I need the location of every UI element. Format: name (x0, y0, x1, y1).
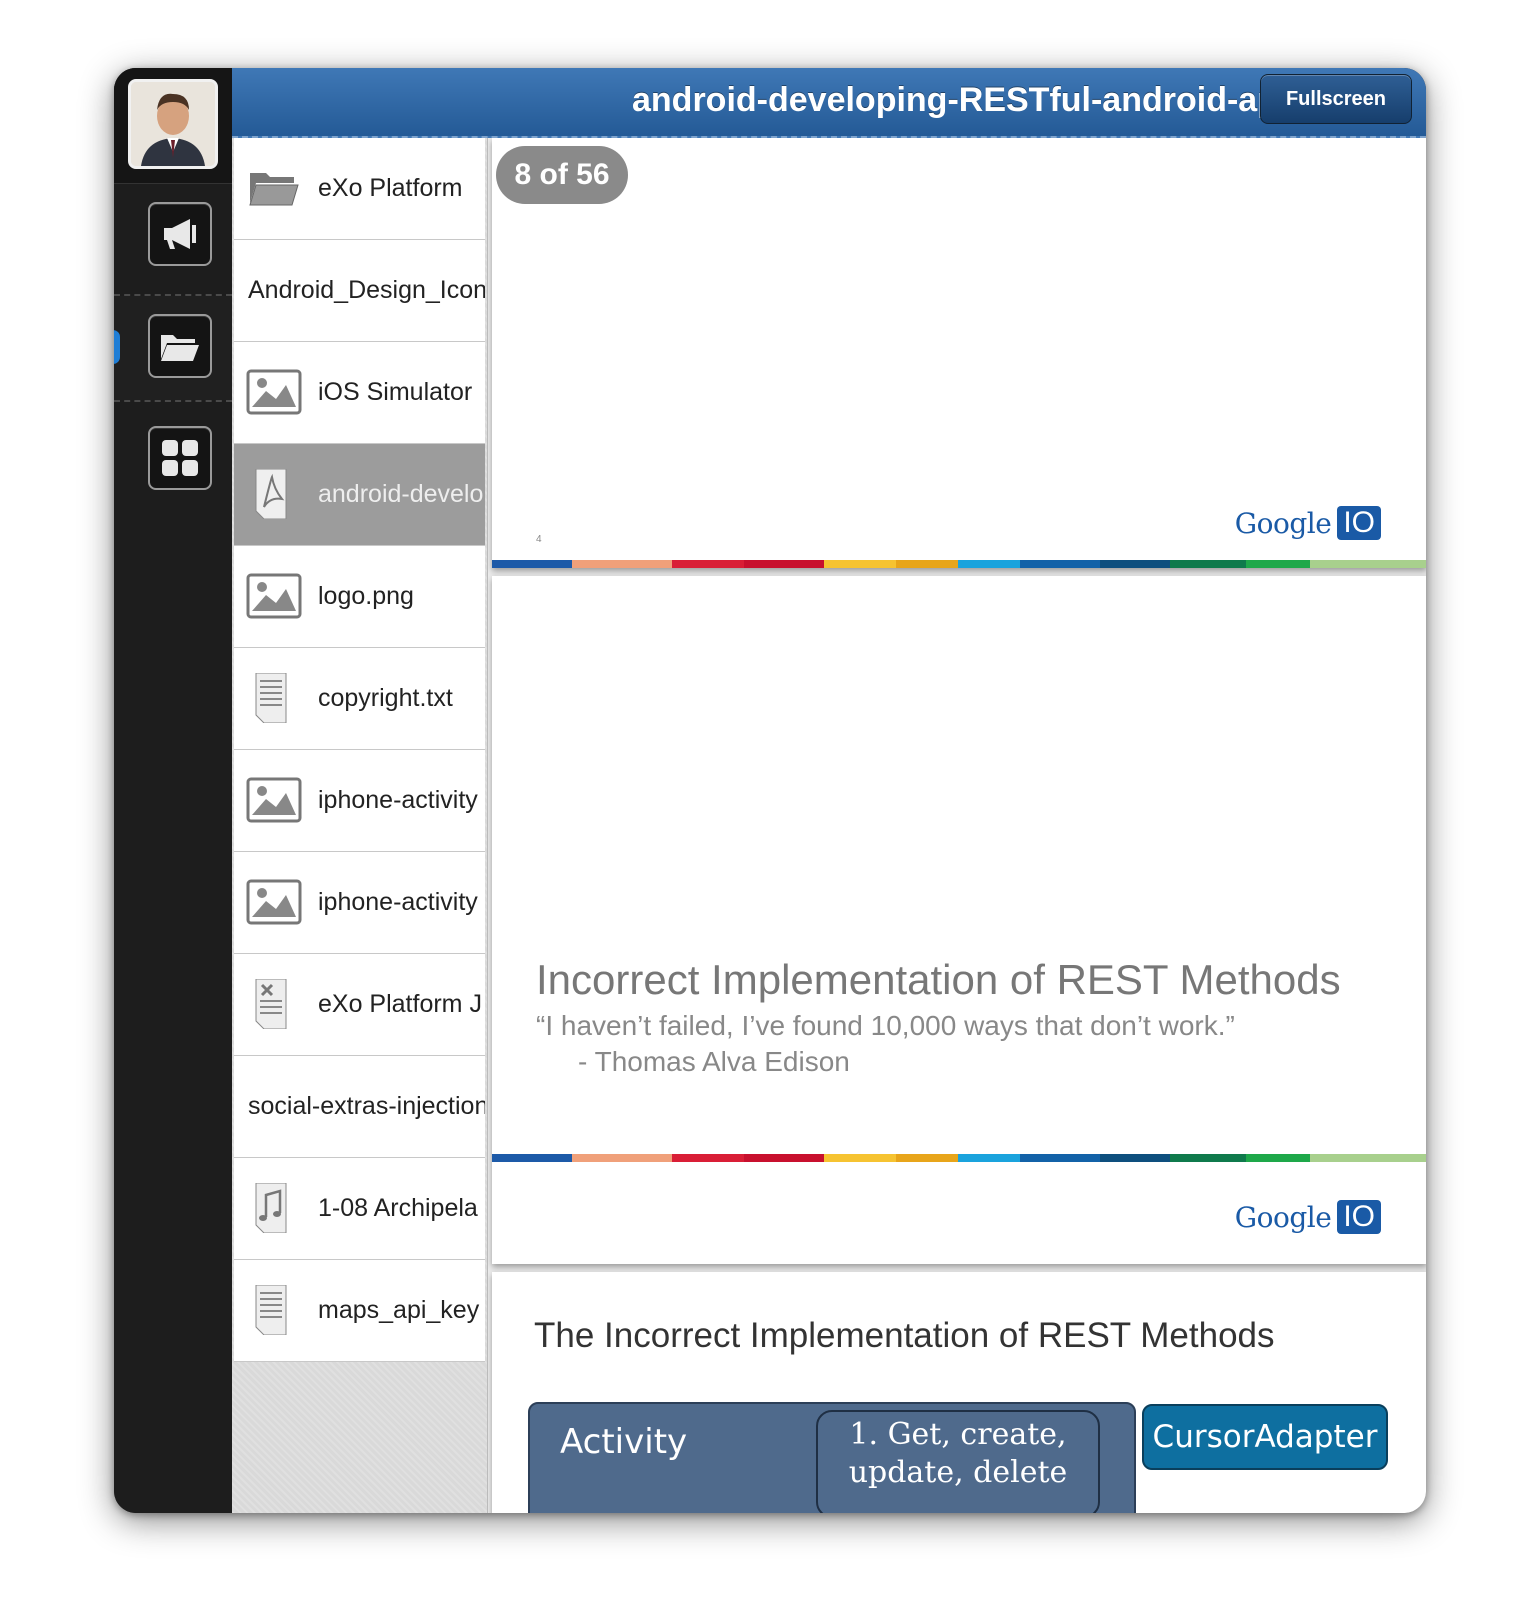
text-file-icon (255, 673, 287, 723)
file-item[interactable]: copyright.txt (234, 648, 485, 750)
slide-page: Incorrect Implementation of REST Methods… (492, 576, 1426, 1264)
active-indicator (114, 330, 120, 364)
stripe-segment (1246, 560, 1310, 568)
file-item[interactable]: iphone-activity (234, 852, 485, 954)
file-name: logo.png (318, 582, 414, 610)
logo-text: Google (1234, 506, 1332, 540)
google-io-logo: Google IO (1235, 506, 1381, 540)
dock-divider (114, 400, 232, 402)
stripe-segment (824, 560, 896, 568)
stripe-segment (1310, 560, 1426, 568)
stripe-segment (1020, 1154, 1100, 1162)
file-name: copyright.txt (318, 684, 453, 712)
stripe-segment (672, 560, 744, 568)
logo-badge: IO (1337, 506, 1381, 540)
file-name: iOS Simulator (318, 378, 473, 406)
image-icon (246, 777, 302, 823)
color-stripe (492, 1154, 1426, 1162)
dock-activity-button[interactable] (148, 202, 212, 266)
file-item-selected[interactable]: android-developing-RESTful-android-apps (234, 444, 485, 546)
google-io-logo: Google IO (1235, 1200, 1381, 1234)
dock-dashboard-button[interactable] (148, 426, 212, 490)
left-dock (114, 68, 234, 1513)
slide-page: The Incorrect Implementation of REST Met… (492, 1272, 1426, 1513)
image-icon (246, 573, 302, 619)
image-icon (246, 879, 302, 925)
avatar-container (114, 68, 232, 184)
file-item[interactable]: logo.png (234, 546, 485, 648)
fullscreen-button[interactable]: Fullscreen (1260, 74, 1412, 124)
stripe-segment (1100, 560, 1170, 568)
user-portrait-icon (131, 82, 215, 166)
image-icon (246, 369, 302, 415)
file-item[interactable]: maps_api_key (234, 1260, 485, 1362)
file-list: eXo Platform Android_Design_Icons iOS Si… (234, 138, 485, 1362)
file-item[interactable]: social-extras-injection (234, 1056, 485, 1158)
stripe-segment (492, 560, 572, 568)
stripe-segment (896, 1154, 958, 1162)
file-item[interactable]: iphone-activity (234, 750, 485, 852)
document-viewer[interactable]: 8 of 56 4 Google IO Incorrect Implementa… (487, 138, 1426, 1513)
slide-quote: “I haven’t failed, I’ve found 10,000 way… (536, 1010, 1235, 1041)
music-icon (255, 1183, 287, 1233)
avatar[interactable] (128, 79, 218, 169)
stripe-segment (572, 560, 672, 568)
stripe-segment (492, 1154, 572, 1162)
activity-label: Activity (560, 1422, 688, 1462)
stripe-segment (958, 1154, 1020, 1162)
header-bar: android-developing-RESTful-android-apps.… (232, 68, 1426, 138)
logo-text: Google (1234, 1200, 1332, 1234)
file-name: maps_api_key (318, 1296, 480, 1324)
folder-icon (249, 173, 299, 206)
stripe-segment (1020, 560, 1100, 568)
cursor-adapter-box: CursorAdapter (1142, 1404, 1388, 1470)
file-item[interactable]: iOS Simulator (234, 342, 485, 444)
spreadsheet-icon (255, 979, 287, 1029)
pdf-icon (255, 469, 287, 519)
stripe-segment (1246, 1154, 1310, 1162)
file-item[interactable]: eXo Platform (234, 138, 485, 240)
grid-icon (162, 440, 198, 476)
logo-badge: IO (1337, 1200, 1381, 1234)
page-indicator: 8 of 56 (496, 146, 628, 204)
folder-icon (161, 335, 199, 361)
document-title: android-developing-RESTful-android-apps.… (632, 81, 1356, 119)
stripe-segment (958, 560, 1020, 568)
file-item[interactable]: eXo Platform J (234, 954, 485, 1056)
file-name: android-developing-RESTful-android-apps (318, 480, 485, 508)
stripe-segment (1170, 1154, 1246, 1162)
speech-bubble: 1. Get, create, update, delete (816, 1410, 1100, 1513)
file-name: Android_Design_Icons (248, 276, 485, 304)
file-name: 1-08 Archipela (318, 1194, 478, 1222)
slide-page-number: 4 (536, 534, 542, 545)
stripe-segment (824, 1154, 896, 1162)
slide-quote-author: - Thomas Alva Edison (578, 1046, 850, 1077)
stripe-segment (744, 1154, 824, 1162)
text-file-icon (255, 1285, 287, 1335)
stripe-segment (1310, 1154, 1426, 1162)
stripe-segment (896, 560, 958, 568)
stripe-segment (1170, 560, 1246, 568)
stripe-segment (1100, 1154, 1170, 1162)
stripe-segment (572, 1154, 672, 1162)
file-name: iphone-activity (318, 786, 478, 814)
color-stripe (492, 560, 1426, 568)
stripe-segment (672, 1154, 744, 1162)
dock-documents-button[interactable] (148, 314, 212, 378)
file-name: social-extras-injection (248, 1092, 485, 1120)
activity-diagram-box: Activity 1. Get, create, update, delete (528, 1402, 1136, 1513)
slide-title: The Incorrect Implementation of REST Met… (534, 1316, 1275, 1355)
file-name: iphone-activity (318, 888, 478, 916)
stripe-segment (744, 560, 824, 568)
megaphone-icon (164, 219, 196, 249)
app-window: android-developing-RESTful-android-apps.… (114, 68, 1426, 1513)
file-item[interactable]: Android_Design_Icons (234, 240, 485, 342)
file-item[interactable]: 1-08 Archipela (234, 1158, 485, 1260)
file-name: eXo Platform (318, 174, 463, 202)
slide-page: 4 Google IO (492, 138, 1426, 568)
slide-title: Incorrect Implementation of REST Methods (536, 956, 1341, 1003)
file-name: eXo Platform J (318, 990, 482, 1018)
